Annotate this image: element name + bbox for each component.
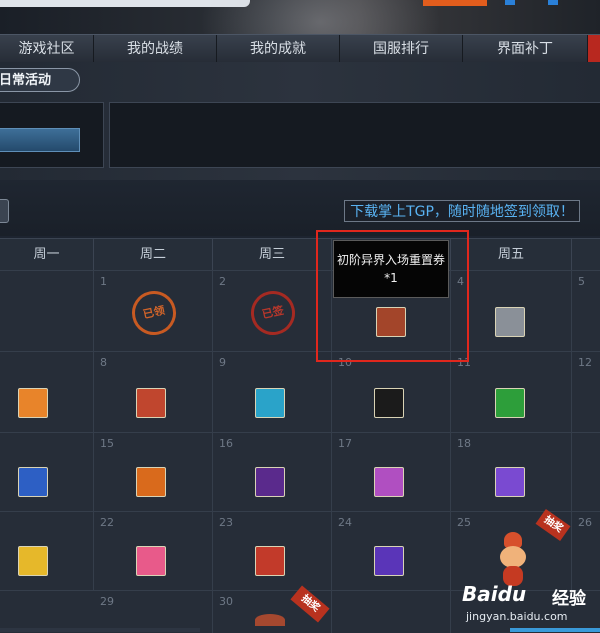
calendar-cell: 29 <box>94 591 213 633</box>
weekday-fri: 周五 <box>451 239 572 271</box>
day-number: 18 <box>457 437 471 450</box>
day-number: 1 <box>100 275 107 288</box>
baidu-logo: Baidu <box>462 582 527 606</box>
jingyan-label: 经验 <box>552 589 586 609</box>
calendar-cell <box>0 512 94 590</box>
weekday-wed: 周三 <box>213 239 332 271</box>
calendar-cell <box>0 433 94 511</box>
watermark-url: jingyan.baidu.com <box>466 610 568 623</box>
day-number: 29 <box>100 595 114 608</box>
calendar-row: 1 已领 2 已签 3 4 5 <box>0 270 600 351</box>
weekday-mon: 周一 <box>0 239 94 271</box>
character-card-icon[interactable] <box>136 388 166 418</box>
mascot-hat-icon <box>255 614 285 626</box>
purple-orb-icon[interactable] <box>495 467 525 497</box>
calendar-cell: 26 <box>572 512 600 590</box>
silver-disc-icon[interactable] <box>495 307 525 337</box>
calendar-cell: 10 <box>332 352 451 432</box>
promo-button[interactable] <box>423 0 487 6</box>
calendar-cell: 9 <box>213 352 332 432</box>
day-number: 24 <box>338 516 352 529</box>
tab-my-record[interactable]: 我的战绩 <box>94 35 217 63</box>
pink-star-box-icon[interactable] <box>136 546 166 576</box>
calendar-cell: 11 <box>451 352 572 432</box>
day-number: 26 <box>578 516 592 529</box>
settings-icon[interactable] <box>548 0 558 5</box>
calendar-cell: 8 <box>94 352 213 432</box>
day-number: 12 <box>578 356 592 369</box>
day-number: 8 <box>100 356 107 369</box>
calendar-cell: 1 已领 <box>94 271 213 351</box>
day-number: 30 <box>219 595 233 608</box>
day-number: 25 <box>457 516 471 529</box>
calendar-cell <box>332 591 451 633</box>
daily-activity-button[interactable]: 日常活动 <box>0 68 80 92</box>
nav-edge <box>588 35 600 63</box>
calendar-cell <box>0 352 94 432</box>
calendar-cell: 18 <box>451 433 572 511</box>
day-number: 5 <box>578 275 585 288</box>
signed-stamp: 已签 <box>246 286 300 340</box>
calendar-row: 8 9 10 11 12 <box>0 351 600 432</box>
mascot-icon <box>498 532 528 586</box>
pink-crystal-icon[interactable] <box>374 467 404 497</box>
side-panel <box>0 102 104 168</box>
calendar-cell: 22 <box>94 512 213 590</box>
calendar-cell: 15 <box>94 433 213 511</box>
calendar-cell: 16 <box>213 433 332 511</box>
calendar-cell: 5 <box>572 271 600 351</box>
green-potion-icon[interactable] <box>495 388 525 418</box>
tab-ranking[interactable]: 国服排行 <box>340 35 463 63</box>
tgp-download-link[interactable]: 下载掌上TGP，随时随地签到领取！ <box>344 200 580 222</box>
calendar-cell: 17 <box>332 433 451 511</box>
calendar-cell: 23 <box>213 512 332 590</box>
user-icon[interactable] <box>505 0 515 5</box>
arrow-scroll-icon[interactable] <box>374 388 404 418</box>
calendar-cell: 24 <box>332 512 451 590</box>
claimed-stamp: 已领 <box>127 286 181 340</box>
blue-orb-icon[interactable] <box>255 388 285 418</box>
weekday-tue: 周二 <box>94 239 213 271</box>
day-number: 17 <box>338 437 352 450</box>
calendar-cell: 12 <box>572 352 600 432</box>
heart-box-icon[interactable] <box>18 388 48 418</box>
calendar-cell <box>572 433 600 511</box>
tab-ui-patch[interactable]: 界面补丁 <box>463 35 588 63</box>
highlight-box <box>316 230 469 362</box>
gold-pot-icon[interactable] <box>18 546 48 576</box>
tab-community[interactable]: 游戏社区 <box>0 35 94 63</box>
calendar-header: 周一 周二 周三 周四 周五 <box>0 238 600 271</box>
day-number: 2 <box>219 275 226 288</box>
main-nav: 游戏社区 我的战绩 我的成就 国服排行 界面补丁 <box>0 34 600 64</box>
day-number: 22 <box>100 516 114 529</box>
elixir-bottle-icon[interactable] <box>255 546 285 576</box>
day-number: 23 <box>219 516 233 529</box>
info-panel <box>109 102 600 168</box>
violet-sphere-icon[interactable] <box>374 546 404 576</box>
purple-chest-icon[interactable] <box>255 467 285 497</box>
blue-action-button[interactable] <box>0 128 80 152</box>
baidu-watermark: Baidu 经验 jingyan.baidu.com <box>462 582 600 632</box>
day-number: 9 <box>219 356 226 369</box>
calendar-row: 15 16 17 18 <box>0 432 600 511</box>
calendar-cell <box>0 271 94 351</box>
day-number: 15 <box>100 437 114 450</box>
tab-achievements[interactable]: 我的成就 <box>217 35 340 63</box>
calendar-cell: 4 <box>451 271 572 351</box>
calendar-cell: 2 已签 <box>213 271 332 351</box>
fire-gem-icon[interactable] <box>136 467 166 497</box>
day-number: 16 <box>219 437 233 450</box>
toolbar-button[interactable] <box>0 199 9 223</box>
bottom-edge <box>0 628 200 632</box>
blue-bottle-icon[interactable] <box>18 467 48 497</box>
top-banner <box>0 0 600 110</box>
